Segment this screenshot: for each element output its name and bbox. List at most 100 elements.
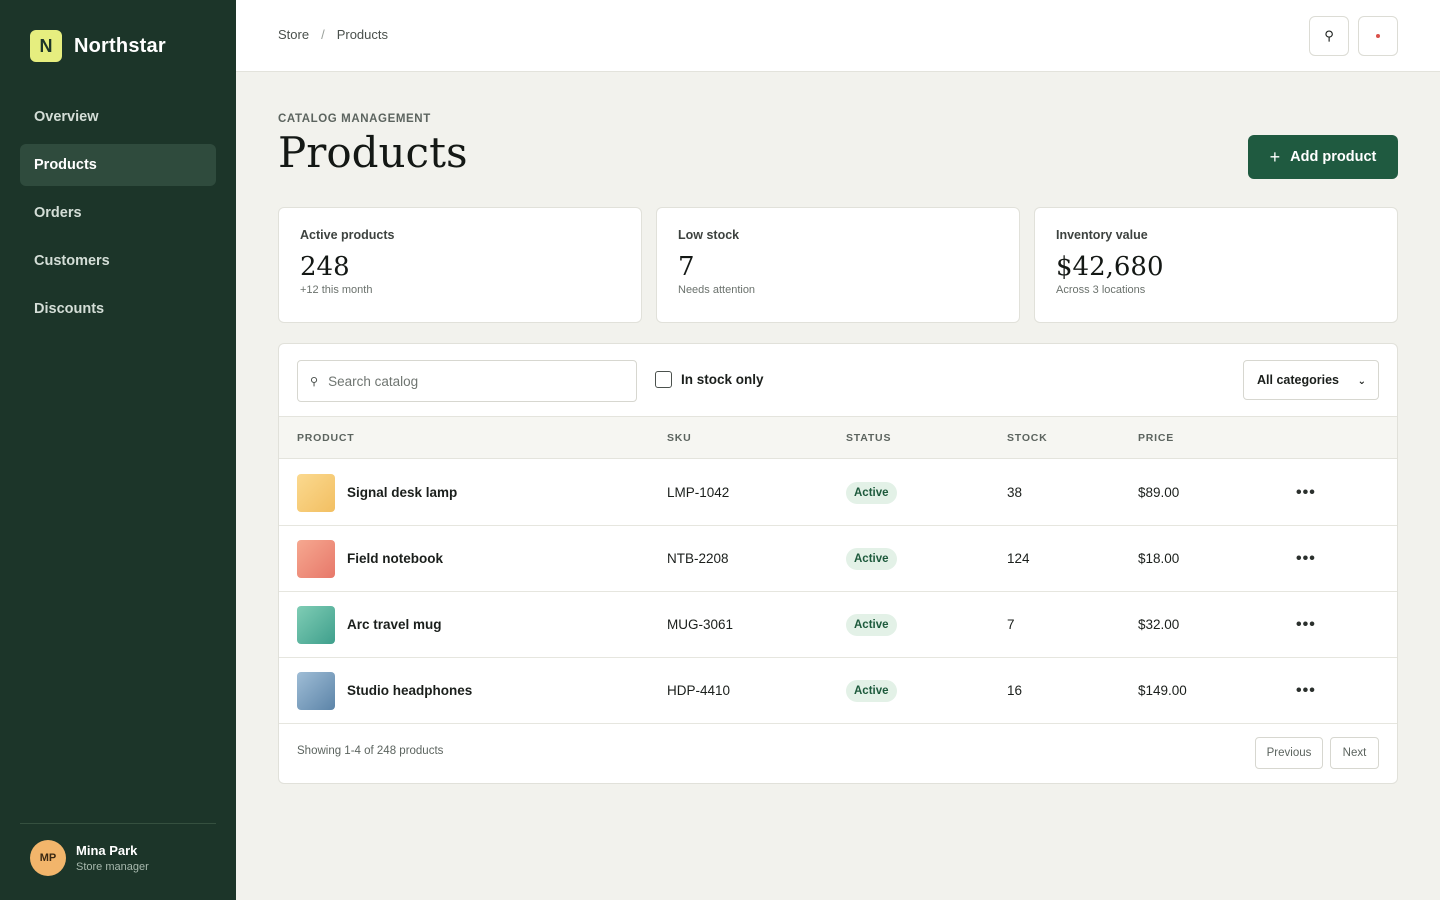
chevron-down-icon: ⌄: [1357, 376, 1366, 387]
product-name[interactable]: Arc travel mug: [347, 617, 442, 632]
table-row[interactable]: Field notebook NTB-2208 Active 124 $18.0…: [279, 526, 1397, 592]
price-cell: $89.00: [1138, 485, 1180, 500]
pagination-summary: Showing 1-4 of 248 products: [297, 745, 444, 757]
breadcrumb-separator: /: [321, 27, 325, 42]
in-stock-filter[interactable]: In stock only: [655, 371, 764, 388]
notification-dot-icon: [1376, 34, 1380, 38]
page-eyebrow: CATALOG MANAGEMENT: [278, 113, 431, 125]
more-actions-icon[interactable]: •••: [1296, 460, 1316, 525]
add-product-label: Add product: [1290, 149, 1377, 165]
status-badge: Active: [846, 613, 897, 636]
more-actions-icon[interactable]: •••: [1296, 658, 1316, 723]
breadcrumb-store[interactable]: Store: [278, 27, 309, 42]
search-icon: ⚲: [310, 375, 319, 388]
stat-card-active-products: Active products 248 +12 this month: [278, 207, 642, 323]
column-header-product[interactable]: PRODUCT: [297, 432, 355, 444]
page-title: Products: [278, 128, 468, 177]
status-cell: Active: [846, 592, 897, 657]
next-page-button[interactable]: Next: [1330, 737, 1379, 769]
product-name[interactable]: Field notebook: [347, 551, 443, 566]
status-badge: Active: [846, 547, 897, 570]
user-profile[interactable]: MP Mina Park Store manager: [20, 823, 216, 876]
product-thumbnail: [297, 605, 335, 644]
search-button[interactable]: ⚲: [1309, 16, 1349, 56]
category-select[interactable]: All categories ⌄: [1243, 360, 1379, 400]
stat-value: 7: [678, 252, 695, 282]
topbar: Store / Products ⚲: [236, 0, 1440, 72]
breadcrumb-products: Products: [336, 27, 389, 42]
stat-subtext: Across 3 locations: [1056, 284, 1146, 296]
table-row[interactable]: Studio headphones HDP-4410 Active 16 $14…: [279, 658, 1397, 724]
table-header: PRODUCT SKU STATUS STOCK PRICE: [279, 416, 1397, 459]
search-input[interactable]: [328, 373, 609, 389]
stat-subtext: Needs attention: [678, 284, 756, 296]
sidebar-item-products[interactable]: Products: [20, 144, 216, 186]
price-cell: $18.00: [1138, 551, 1180, 566]
stat-subtext: +12 this month: [300, 284, 373, 296]
product-cell: Studio headphones: [297, 658, 472, 723]
stock-cell: 124: [1007, 551, 1030, 566]
sidebar-item-overview[interactable]: Overview: [20, 96, 216, 138]
column-header-status[interactable]: STATUS: [846, 432, 891, 444]
stock-cell: 38: [1007, 485, 1023, 500]
product-cell: Signal desk lamp: [297, 460, 457, 525]
stat-label: Low stock: [678, 228, 740, 242]
sidebar-item-customers[interactable]: Customers: [20, 240, 216, 282]
in-stock-checkbox[interactable]: [655, 371, 672, 388]
previous-page-button[interactable]: Previous: [1255, 737, 1323, 769]
price-cell: $32.00: [1138, 617, 1180, 632]
avatar: MP: [30, 840, 66, 876]
stock-cell: 7: [1007, 617, 1015, 632]
product-name[interactable]: Studio headphones: [347, 683, 472, 698]
brand-name: Northstar: [74, 34, 166, 57]
stat-label: Active products: [300, 228, 395, 242]
product-name[interactable]: Signal desk lamp: [347, 485, 457, 500]
status-badge: Active: [846, 679, 897, 702]
more-actions-icon[interactable]: •••: [1296, 592, 1316, 657]
column-header-price[interactable]: PRICE: [1138, 432, 1174, 444]
stat-value: 248: [300, 252, 350, 282]
status-cell: Active: [846, 460, 897, 525]
sku-cell: NTB-2208: [667, 551, 729, 566]
price-cell: $149.00: [1138, 683, 1187, 698]
sku-cell: MUG-3061: [667, 617, 734, 632]
product-thumbnail: [297, 671, 335, 710]
table-row[interactable]: Arc travel mug MUG-3061 Active 7 $32.00 …: [279, 592, 1397, 658]
search-icon: ⚲: [1324, 28, 1334, 43]
stat-card-inventory-value: Inventory value $42,680 Across 3 locatio…: [1034, 207, 1398, 323]
breadcrumb: Store / Products: [278, 27, 388, 42]
catalog-panel: ⚲ In stock only All categories ⌄ PRODUCT…: [278, 343, 1398, 784]
brand-logo-icon: N: [30, 30, 62, 62]
sku-cell: LMP-1042: [667, 485, 730, 500]
plus-icon: +: [1269, 147, 1281, 167]
stat-card-low-stock: Low stock 7 Needs attention: [656, 207, 1020, 323]
user-role: Store manager: [76, 861, 149, 873]
product-cell: Field notebook: [297, 526, 443, 591]
sidebar-nav: Overview Products Orders Customers Disco…: [20, 96, 216, 336]
sidebar-item-discounts[interactable]: Discounts: [20, 288, 216, 330]
category-select-value: All categories: [1257, 373, 1339, 387]
brand[interactable]: N Northstar: [30, 30, 166, 62]
in-stock-label: In stock only: [681, 372, 764, 387]
user-info: Mina Park Store manager: [76, 843, 149, 873]
product-cell: Arc travel mug: [297, 592, 442, 657]
more-actions-icon[interactable]: •••: [1296, 526, 1316, 591]
notifications-button[interactable]: [1358, 16, 1398, 56]
search-field[interactable]: ⚲: [297, 360, 637, 402]
user-name: Mina Park: [76, 843, 138, 858]
sidebar: N Northstar Overview Products Orders Cus…: [0, 0, 236, 900]
sidebar-item-orders[interactable]: Orders: [20, 192, 216, 234]
stat-label: Inventory value: [1056, 228, 1148, 242]
add-product-button[interactable]: + Add product: [1248, 135, 1398, 179]
product-thumbnail: [297, 539, 335, 578]
status-cell: Active: [846, 526, 897, 591]
column-header-stock[interactable]: STOCK: [1007, 432, 1048, 444]
status-cell: Active: [846, 658, 897, 723]
stock-cell: 16: [1007, 683, 1023, 698]
table-row[interactable]: Signal desk lamp LMP-1042 Active 38 $89.…: [279, 460, 1397, 526]
stat-value: $42,680: [1056, 252, 1164, 282]
sku-cell: HDP-4410: [667, 683, 731, 698]
product-thumbnail: [297, 473, 335, 512]
status-badge: Active: [846, 481, 897, 504]
column-header-sku[interactable]: SKU: [667, 432, 692, 444]
